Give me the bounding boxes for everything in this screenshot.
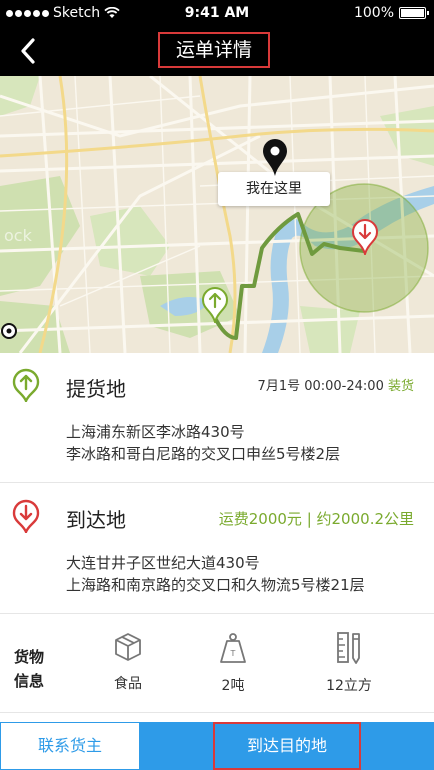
battery-icon — [399, 7, 429, 19]
weight-icon: T — [220, 633, 246, 663]
dropoff-address-line1: 大连甘井子区世纪大道430号 — [66, 554, 260, 572]
pickup-section: 提货地 7月1号 00:00-24:00 装货 上海浦东新区李冰路430号 李冰… — [0, 353, 434, 483]
svg-text:ock: ock — [4, 226, 33, 245]
battery-group: 100% — [353, 5, 429, 21]
svg-text:T: T — [230, 649, 236, 658]
freight-fee: 运费2000元 | 约2000.2公里 — [218, 510, 414, 528]
battery-percent: 100% — [353, 5, 394, 21]
pickup-marker-icon — [12, 368, 40, 402]
nav-bar: 运单详情 — [0, 26, 434, 76]
dropoff-marker-icon — [12, 499, 40, 533]
cargo-item-volume: 12立方 — [309, 631, 389, 695]
locate-icon[interactable] — [0, 322, 18, 340]
cargo-item-type: 食品 — [88, 631, 168, 693]
pickup-address-line2: 李冰路和哥白尼路的交叉口申丝5号楼2层 — [66, 445, 341, 463]
dropoff-section: 到达地 运费2000元 | 约2000.2公里 大连甘井子区世纪大道430号 上… — [0, 484, 434, 614]
cargo-label: 货物 信息 — [14, 645, 48, 693]
destination-pin-icon[interactable] — [352, 219, 378, 255]
page-title: 运单详情 — [158, 32, 270, 68]
pickup-address-line1: 上海浦东新区李冰路430号 — [66, 423, 245, 441]
cargo-volume-value: 12立方 — [326, 678, 372, 694]
dropoff-address-line2: 上海路和南京路的交叉口和久物流5号楼21层 — [66, 576, 365, 594]
cargo-item-weight: T 2吨 — [193, 631, 273, 695]
status-bar: Sketch 9:41 AM 100% — [0, 0, 434, 26]
route-map[interactable]: ock 我在这里 — [0, 76, 434, 353]
current-location-pin-icon[interactable] — [262, 138, 288, 178]
cargo-label-line1: 货物 — [14, 648, 45, 666]
ruler-icon — [337, 632, 360, 664]
pickup-pin-icon[interactable] — [202, 287, 228, 323]
contact-shipper-button[interactable]: 联系货主 — [0, 722, 140, 770]
cargo-info: 货物 信息 食品 T 2吨 12立方 — [0, 615, 434, 713]
pickup-status: 装货 — [387, 379, 414, 394]
dropoff-title: 到达地 — [66, 508, 126, 532]
cargo-type-value: 食品 — [114, 676, 142, 692]
bottom-action-bar: 联系货主 到达目的地 — [0, 722, 434, 770]
pickup-title: 提货地 — [66, 377, 126, 401]
pickup-time-range: 7月1号 00:00-24:00 — [257, 379, 384, 394]
pickup-time: 7月1号 00:00-24:00 装货 — [258, 375, 414, 394]
back-button[interactable] — [12, 34, 46, 68]
cargo-weight-value: 2吨 — [221, 678, 245, 694]
arrive-destination-button[interactable]: 到达目的地 — [140, 722, 434, 770]
chevron-left-icon — [21, 38, 35, 64]
box-icon — [115, 633, 141, 661]
cargo-label-line2: 信息 — [14, 672, 45, 690]
